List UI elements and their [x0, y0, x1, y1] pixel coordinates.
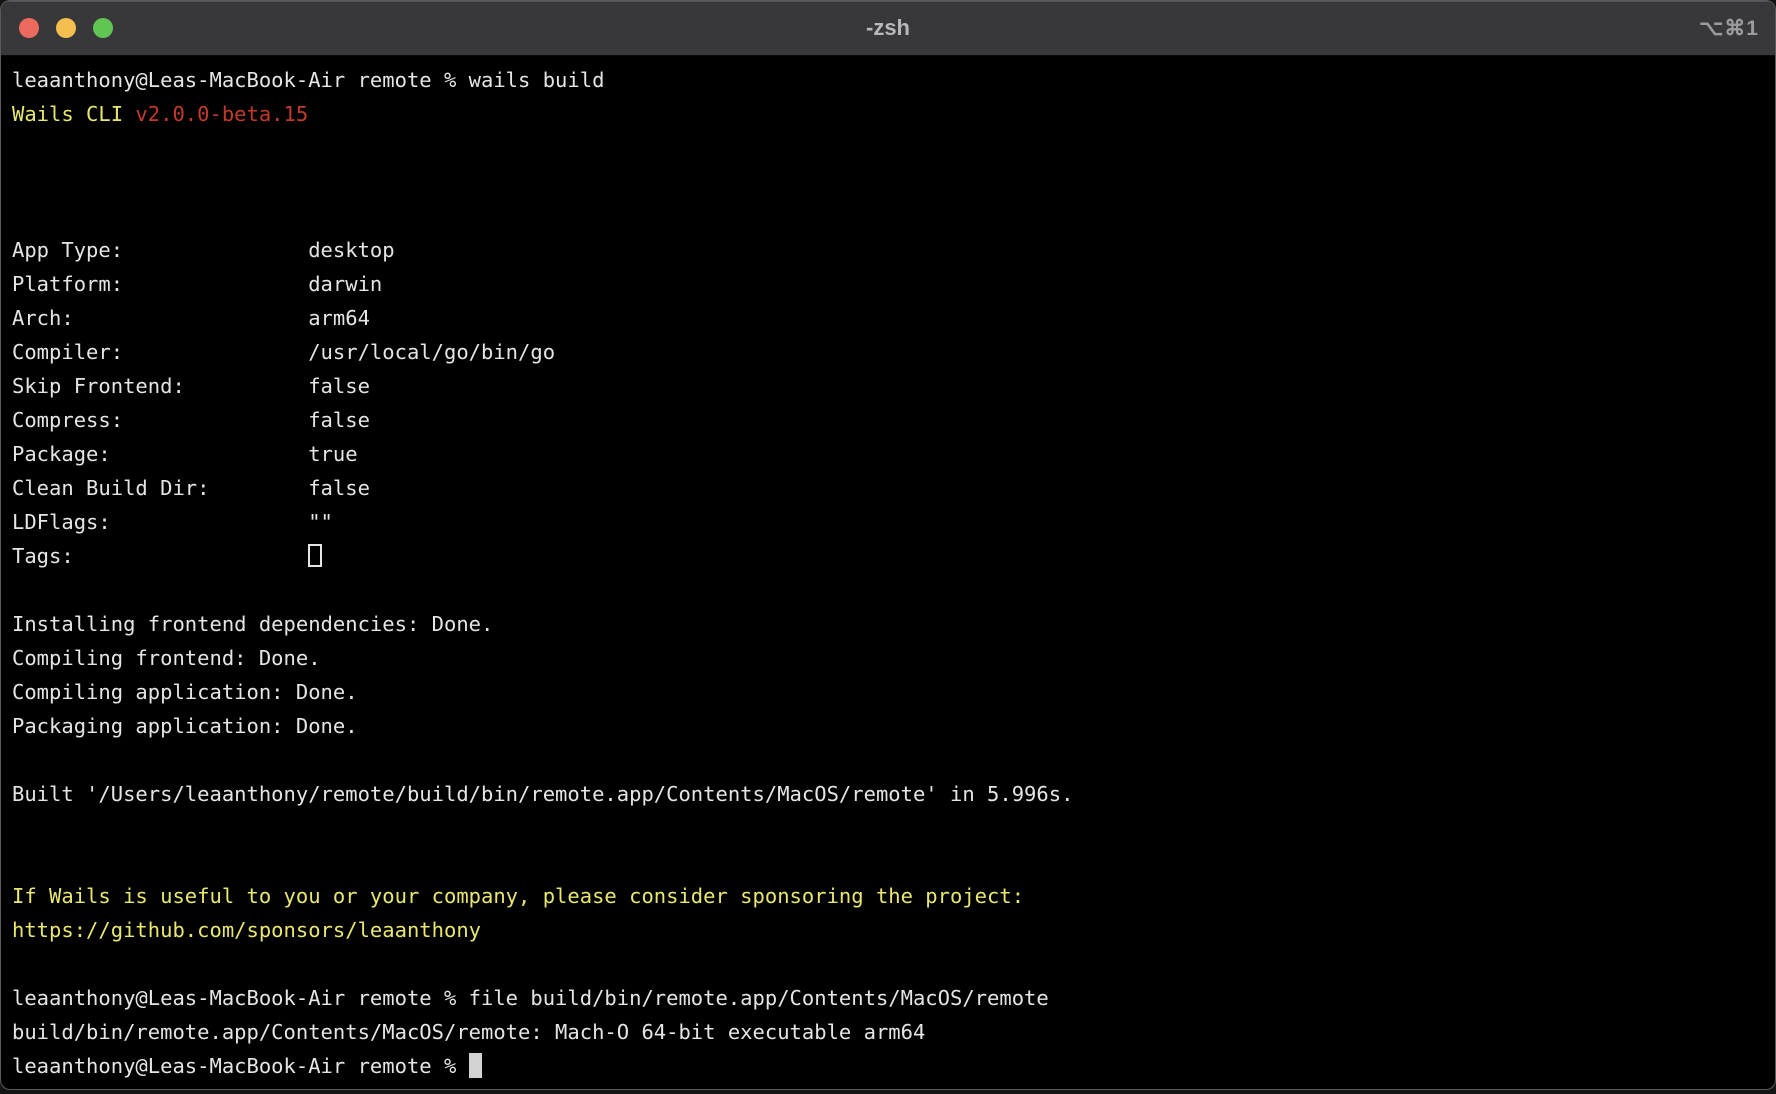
terminal-line: [12, 947, 1764, 981]
terminal-line: Compiler: /usr/local/go/bin/go: [12, 335, 1764, 369]
terminal-text: Compress: false: [12, 408, 370, 432]
terminal-line: [12, 199, 1764, 233]
terminal-text: https://github.com/sponsors/leaanthony: [12, 918, 481, 942]
terminal-line: [12, 165, 1764, 199]
terminal-text: Skip Frontend: false: [12, 374, 370, 398]
terminal-text: Installing frontend dependencies: Done.: [12, 612, 493, 636]
terminal-window: -zsh ⌥⌘1 leaanthony@Leas-MacBook-Air rem…: [0, 0, 1776, 1090]
empty-tags-box-glyph: [308, 544, 322, 567]
terminal-output[interactable]: leaanthony@Leas-MacBook-Air remote % wai…: [1, 56, 1775, 1083]
terminal-line: Arch: arm64: [12, 301, 1764, 335]
terminal-text: Tags:: [12, 544, 308, 568]
terminal-line: Skip Frontend: false: [12, 369, 1764, 403]
terminal-text: leaanthony@Leas-MacBook-Air remote %: [12, 1054, 469, 1078]
terminal-line: leaanthony@Leas-MacBook-Air remote %: [12, 1049, 1764, 1083]
window-shortcut-badge: ⌥⌘1: [1699, 1, 1759, 56]
terminal-text: Built '/Users/leaanthony/remote/build/bi…: [12, 782, 1073, 806]
terminal-line: Clean Build Dir: false: [12, 471, 1764, 505]
terminal-text: leaanthony@Leas-MacBook-Air remote % wai…: [12, 68, 604, 92]
terminal-line: Packaging application: Done.: [12, 709, 1764, 743]
terminal-text: Arch: arm64: [12, 306, 370, 330]
terminal-text: Compiler: /usr/local/go/bin/go: [12, 340, 555, 364]
terminal-line: LDFlags: "": [12, 505, 1764, 539]
terminal-text: Package: true: [12, 442, 358, 466]
terminal-cursor[interactable]: [469, 1053, 482, 1078]
terminal-line: [12, 573, 1764, 607]
terminal-text: Packaging application: Done.: [12, 714, 358, 738]
terminal-line: https://github.com/sponsors/leaanthony: [12, 913, 1764, 947]
window-title: -zsh: [1, 15, 1775, 41]
terminal-line: Package: true: [12, 437, 1764, 471]
terminal-line: Compiling application: Done.: [12, 675, 1764, 709]
terminal-text: build/bin/remote.app/Contents/MacOS/remo…: [12, 1020, 925, 1044]
terminal-text: LDFlags: "": [12, 510, 333, 534]
terminal-line: build/bin/remote.app/Contents/MacOS/remo…: [12, 1015, 1764, 1049]
terminal-text: Wails CLI: [12, 102, 135, 126]
terminal-line: leaanthony@Leas-MacBook-Air remote % wai…: [12, 63, 1764, 97]
terminal-line: Tags:: [12, 539, 1764, 573]
terminal-line: If Wails is useful to you or your compan…: [12, 879, 1764, 913]
terminal-line: [12, 811, 1764, 845]
terminal-line: App Type: desktop: [12, 233, 1764, 267]
terminal-line: leaanthony@Leas-MacBook-Air remote % fil…: [12, 981, 1764, 1015]
terminal-line: [12, 743, 1764, 777]
terminal-text: Clean Build Dir: false: [12, 476, 370, 500]
terminal-text: Platform: darwin: [12, 272, 382, 296]
terminal-text: App Type: desktop: [12, 238, 395, 262]
terminal-line: [12, 131, 1764, 165]
terminal-text: If Wails is useful to you or your compan…: [12, 884, 1024, 908]
terminal-line: Compiling frontend: Done.: [12, 641, 1764, 675]
titlebar[interactable]: -zsh ⌥⌘1: [1, 1, 1775, 56]
terminal-line: [12, 845, 1764, 879]
terminal-line: Installing frontend dependencies: Done.: [12, 607, 1764, 641]
terminal-text: Compiling frontend: Done.: [12, 646, 321, 670]
terminal-line: Compress: false: [12, 403, 1764, 437]
terminal-text: v2.0.0-beta.15: [135, 102, 308, 126]
terminal-line: Built '/Users/leaanthony/remote/build/bi…: [12, 777, 1764, 811]
terminal-line: Platform: darwin: [12, 267, 1764, 301]
terminal-text: Compiling application: Done.: [12, 680, 358, 704]
terminal-text: leaanthony@Leas-MacBook-Air remote % fil…: [12, 986, 1049, 1010]
terminal-line: Wails CLI v2.0.0-beta.15: [12, 97, 1764, 131]
